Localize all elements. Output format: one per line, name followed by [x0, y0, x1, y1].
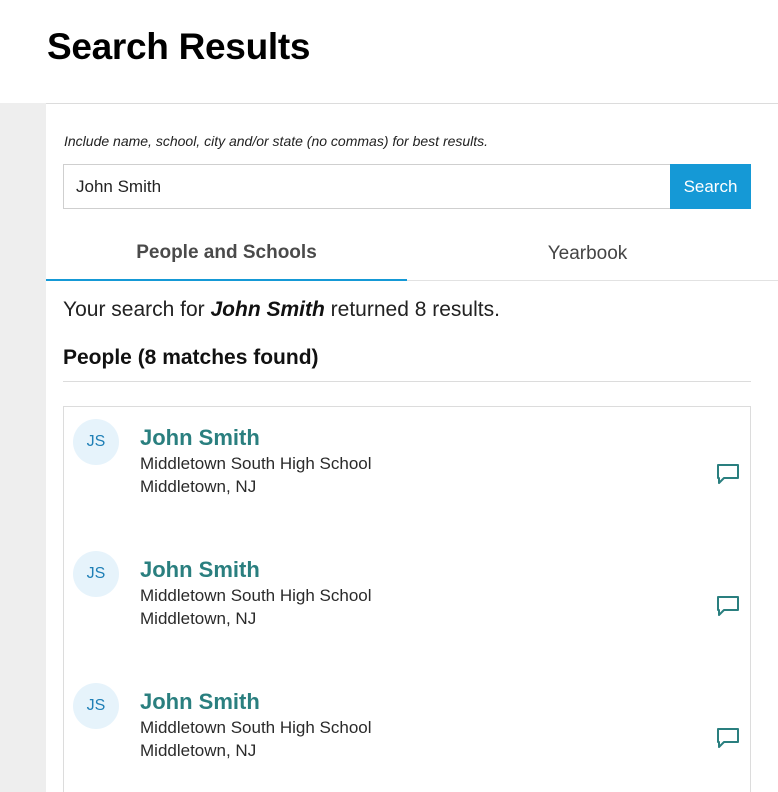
person-school: Middletown South High School — [140, 718, 372, 737]
search-bar: Search — [63, 164, 751, 209]
tab-people-and-schools[interactable]: People and Schools — [46, 226, 407, 281]
list-item: JS John Smith Middletown South High Scho… — [64, 671, 750, 791]
avatar[interactable]: JS — [73, 419, 119, 465]
avatar[interactable]: JS — [73, 683, 119, 729]
people-heading: People (8 matches found) — [63, 346, 319, 369]
search-hint: Include name, school, city and/or state … — [64, 133, 489, 149]
left-rail — [0, 103, 46, 792]
summary-query: John Smith — [210, 298, 325, 321]
divider — [0, 103, 778, 104]
tab-yearbook[interactable]: Yearbook — [407, 226, 768, 281]
results-summary: Your search for John Smith returned 8 re… — [63, 298, 500, 322]
person-location: Middletown, NJ — [140, 609, 257, 628]
person-name-link[interactable]: John Smith — [140, 425, 260, 451]
person-name-link[interactable]: John Smith — [140, 557, 260, 583]
search-button[interactable]: Search — [670, 164, 751, 209]
search-results-page: Search Results Include name, school, cit… — [0, 0, 778, 792]
person-school: Middletown South High School — [140, 454, 372, 473]
avatar[interactable]: JS — [73, 551, 119, 597]
list-item: JS John Smith Middletown South High Scho… — [64, 407, 750, 527]
message-icon[interactable] — [715, 461, 741, 487]
message-icon[interactable] — [715, 593, 741, 619]
person-location: Middletown, NJ — [140, 741, 257, 760]
summary-prefix: Your search for — [63, 298, 211, 321]
person-name-link[interactable]: John Smith — [140, 689, 260, 715]
person-school: Middletown South High School — [140, 586, 372, 605]
results-list: JS John Smith Middletown South High Scho… — [63, 406, 751, 792]
summary-suffix: returned 8 results. — [324, 298, 500, 321]
search-input[interactable] — [63, 164, 670, 209]
page-title: Search Results — [47, 26, 311, 67]
divider — [63, 381, 751, 382]
message-icon[interactable] — [715, 725, 741, 751]
list-item: JS John Smith Middletown South High Scho… — [64, 539, 750, 659]
person-location: Middletown, NJ — [140, 477, 257, 496]
result-tabs: People and Schools Yearbook — [46, 226, 778, 281]
